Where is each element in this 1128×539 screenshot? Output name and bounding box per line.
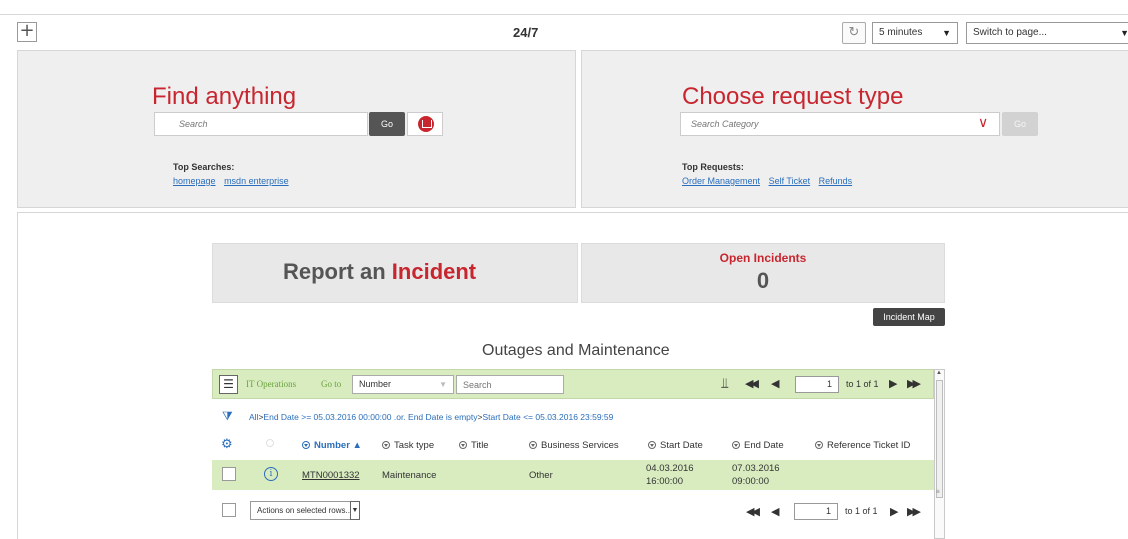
next-page-icon[interactable]: ▶ (890, 505, 899, 518)
top-requests-label: Top Requests: (682, 162, 744, 172)
row-start-date: 04.03.2016 (646, 463, 694, 474)
scroll-up-icon[interactable]: ▲ (936, 370, 942, 376)
category-search-input[interactable] (680, 112, 1000, 136)
top-bar: + 24/7 ↻ 5 minutes ▼ Switch to page... ▼ (0, 14, 1128, 52)
menu-icon[interactable]: ☰ (219, 375, 238, 394)
column-menu-icon[interactable] (648, 441, 656, 449)
report-incident-button[interactable]: Report an Incident (212, 243, 578, 303)
open-incidents-count: 0 (756, 268, 770, 293)
column-menu-icon[interactable] (815, 441, 823, 449)
top-searches-links: homepage msdn enterprise (173, 176, 295, 186)
row-business-services: Other (529, 470, 553, 481)
top-searches-label: Top Searches: (173, 162, 235, 172)
first-page-icon[interactable]: ◀◀ (745, 377, 759, 390)
chevron-down-icon: ▼ (439, 380, 447, 389)
list-search-input[interactable] (456, 375, 564, 394)
gear-icon[interactable]: ⚙ (221, 437, 233, 452)
top-search-link[interactable]: homepage (173, 176, 216, 186)
column-menu-icon[interactable] (459, 441, 467, 449)
page-count: to 1 of 1 (845, 506, 878, 516)
chevron-down-icon: ▼ (350, 501, 360, 520)
book-icon (418, 116, 434, 132)
column-menu-icon[interactable] (382, 441, 390, 449)
top-search-link[interactable]: msdn enterprise (224, 176, 289, 186)
info-icon[interactable]: i (264, 467, 278, 481)
row-checkbox[interactable] (222, 467, 236, 481)
goto-label: Go to (321, 379, 342, 389)
previous-page-icon[interactable]: ◀ (771, 505, 780, 518)
column-header-business-services[interactable]: Business Services (529, 440, 619, 451)
request-panel: Choose request type ∨ Go Top Requests: O… (581, 50, 1128, 208)
add-button[interactable]: + (17, 22, 37, 42)
top-requests-links: Order Management Self Ticket Refunds (682, 176, 858, 186)
column-header-number[interactable]: Number ▲ (302, 440, 362, 451)
row-end-date: 07.03.2016 (732, 463, 780, 474)
next-page-icon[interactable]: ▶ (889, 377, 898, 390)
search-column-icon[interactable] (266, 439, 274, 447)
actions-select[interactable]: Actions on selected rows... ▼ (250, 501, 360, 520)
page-title: 24/7 (513, 25, 539, 40)
find-title: Find anything (152, 83, 297, 110)
open-incidents-label: Open Incidents (719, 251, 807, 265)
row-task-type: Maintenance (382, 470, 437, 481)
chevron-down-icon[interactable]: ∨ (978, 116, 992, 130)
page-count: to 1 of 1 (846, 379, 879, 389)
vertical-scrollbar[interactable]: ▲ ≡ (934, 369, 945, 539)
goto-field-value: Number (359, 379, 392, 389)
row-end-time: 09:00:00 (732, 476, 769, 487)
switch-page-value: Switch to page... (973, 27, 1047, 38)
filter-icon[interactable]: ⧩ (222, 410, 234, 422)
column-menu-icon[interactable] (302, 441, 310, 449)
filter-condition-link[interactable]: End Date >= 05.03.2016 00:00:00 .or. End… (263, 412, 477, 422)
outages-title: Outages and Maintenance (482, 342, 670, 359)
knowledge-button[interactable] (407, 112, 443, 136)
last-page-icon[interactable]: ▶▶ (907, 377, 921, 390)
column-header-end-date[interactable]: End Date (732, 440, 784, 451)
category-go-button[interactable]: Go (1002, 112, 1038, 136)
column-header-start-date[interactable]: Start Date (648, 440, 703, 451)
activity-icon[interactable]: ⫫ (721, 376, 729, 392)
first-page-icon[interactable]: ◀◀ (746, 505, 760, 518)
last-page-icon[interactable]: ▶▶ (907, 505, 921, 518)
refresh-interval-select[interactable]: 5 minutes ▼ (872, 22, 958, 44)
actions-select-value: Actions on selected rows... (257, 506, 353, 515)
page-input[interactable]: 1 (795, 376, 839, 393)
scroll-grip-icon: ≡ (936, 488, 940, 495)
top-request-link[interactable]: Self Ticket (769, 176, 811, 186)
filter-breadcrumb: All>End Date >= 05.03.2016 00:00:00 .or.… (249, 412, 613, 422)
top-request-link[interactable]: Refunds (819, 176, 853, 186)
top-request-link[interactable]: Order Management (682, 176, 760, 186)
open-incidents-tile[interactable]: Open Incidents 0 (581, 243, 945, 303)
refresh-icon[interactable]: ↻ (842, 22, 866, 44)
column-menu-icon[interactable] (529, 441, 537, 449)
incident-map-button[interactable]: Incident Map (873, 308, 945, 326)
page-input[interactable]: 1 (794, 503, 838, 520)
previous-page-icon[interactable]: ◀ (771, 377, 780, 390)
list-title[interactable]: IT Operations (246, 379, 296, 389)
table-row[interactable]: i MTN0001332 Maintenance Other 04.03.201… (212, 460, 934, 490)
find-panel: Find anything Go Top Searches: homepage … (17, 50, 576, 208)
row-number-link[interactable]: MTN0001332 (302, 470, 360, 481)
row-start-time: 16:00:00 (646, 476, 683, 487)
filter-condition-link[interactable]: Start Date <= 05.03.2016 23:59:59 (482, 412, 613, 422)
scrollbar-thumb[interactable] (936, 380, 943, 498)
goto-field-select[interactable]: Number ▼ (352, 375, 454, 394)
chevron-down-icon: ▼ (1120, 28, 1128, 38)
select-all-checkbox[interactable] (222, 503, 236, 517)
column-menu-icon[interactable] (732, 441, 740, 449)
list-toolbar: ☰ IT Operations Go to Number ▼ ⫫ ◀◀ ◀ 1 … (212, 369, 934, 399)
report-incident-label: Report an Incident (283, 259, 477, 284)
request-title: Choose request type (682, 83, 904, 110)
column-header-task-type[interactable]: Task type (382, 440, 434, 451)
search-input[interactable] (154, 112, 368, 136)
search-go-button[interactable]: Go (369, 112, 405, 136)
chevron-down-icon: ▼ (942, 28, 951, 38)
column-header-title[interactable]: Title (459, 440, 489, 451)
switch-page-select[interactable]: Switch to page... ▼ (966, 22, 1128, 44)
refresh-interval-value: 5 minutes (879, 27, 923, 38)
column-header-reference-ticket-id[interactable]: Reference Ticket ID (815, 440, 910, 451)
app-root: + 24/7 ↻ 5 minutes ▼ Switch to page... ▼… (0, 0, 1128, 539)
